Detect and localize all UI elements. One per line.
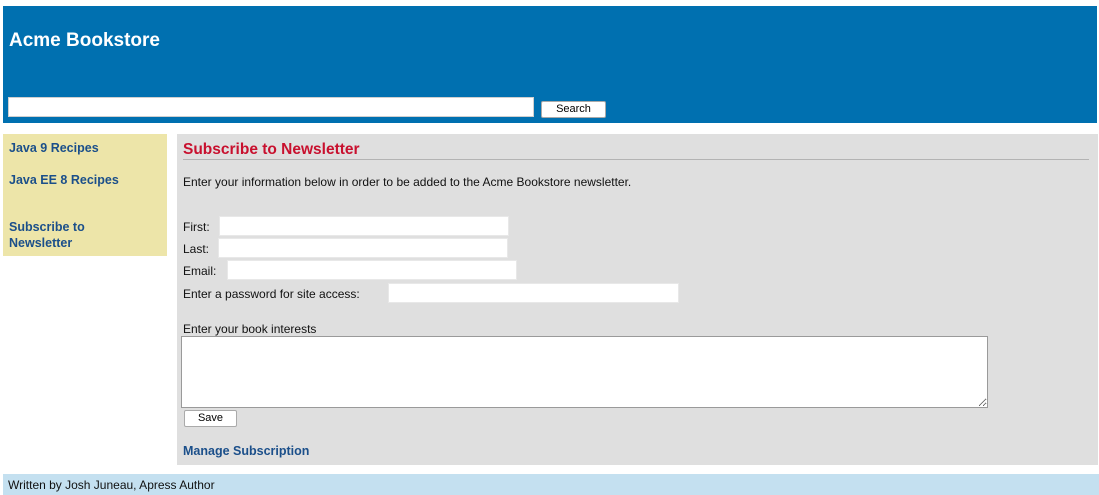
password-label: Enter a password for site access: [183, 287, 360, 301]
sidebar-item-java-9-recipes[interactable]: Java 9 Recipes [9, 140, 99, 156]
email-field[interactable] [227, 260, 517, 280]
email-label: Email: [183, 264, 217, 278]
site-footer: Written by Josh Juneau, Apress Author [3, 474, 1099, 495]
first-name-field[interactable] [219, 216, 509, 236]
site-title: Acme Bookstore [9, 30, 160, 51]
search-input[interactable] [8, 97, 534, 117]
site-header: Acme Bookstore Search [3, 6, 1097, 123]
book-interests-textarea[interactable] [181, 336, 988, 408]
title-divider [183, 159, 1089, 160]
sidebar-item-subscribe-newsletter[interactable]: Subscribe to Newsletter [9, 219, 85, 251]
password-field[interactable] [388, 283, 679, 303]
last-name-field[interactable] [218, 238, 508, 258]
first-name-label: First: [183, 220, 210, 234]
save-button[interactable]: Save [184, 410, 237, 427]
sidebar-item-java-ee-8-recipes[interactable]: Java EE 8 Recipes [9, 172, 119, 188]
footer-text: Written by Josh Juneau, Apress Author [8, 478, 215, 492]
page-title: Subscribe to Newsletter [183, 141, 360, 158]
sidebar-nav: Java 9 Recipes Java EE 8 Recipes Subscri… [3, 134, 167, 256]
search-button[interactable]: Search [541, 101, 606, 118]
intro-text: Enter your information below in order to… [183, 175, 632, 189]
last-name-label: Last: [183, 242, 210, 256]
book-interests-label: Enter your book interests [183, 322, 317, 336]
manage-subscription-link[interactable]: Manage Subscription [183, 444, 309, 458]
main-content: Subscribe to Newsletter Enter your infor… [177, 134, 1098, 465]
